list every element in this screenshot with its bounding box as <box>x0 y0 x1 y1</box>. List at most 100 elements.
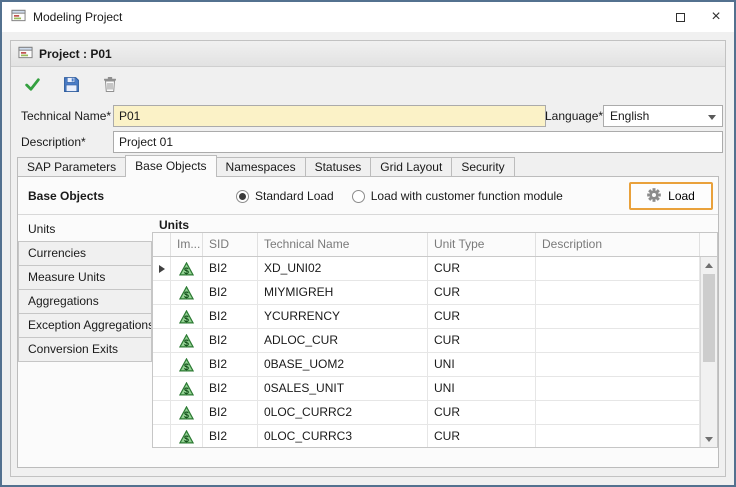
svg-text:$: $ <box>184 265 189 275</box>
language-label: Language* <box>545 105 603 127</box>
cell-technical-name: 0LOC_CURRC2 <box>258 401 428 424</box>
scroll-down-icon <box>705 437 713 442</box>
cell-unit-type: CUR <box>428 305 536 328</box>
table-row[interactable]: $ BI2 ADLOC_CUR CUR <box>153 329 700 353</box>
description-input[interactable] <box>113 131 723 153</box>
modeling-project-window: Modeling Project × Project : P01 <box>0 0 736 487</box>
language-value: English <box>610 109 649 123</box>
cell-sid: BI2 <box>203 425 258 447</box>
unit-icon: $ <box>171 377 203 400</box>
sidebar-item-currencies[interactable]: Currencies <box>18 241 152 266</box>
tab-namespaces[interactable]: Namespaces <box>216 157 306 177</box>
sidebar-item-aggregations[interactable]: Aggregations <box>18 289 152 314</box>
radio-selected-icon <box>236 190 249 203</box>
tab-base-objects[interactable]: Base Objects <box>125 155 216 177</box>
scrollbar-thumb[interactable] <box>703 274 715 362</box>
column-header-description[interactable]: Description <box>536 233 700 256</box>
cell-unit-type: CUR <box>428 257 536 280</box>
cell-sid: BI2 <box>203 257 258 280</box>
svg-text:$: $ <box>184 409 189 419</box>
row-selector <box>153 257 171 280</box>
cell-sid: BI2 <box>203 377 258 400</box>
column-header-selector <box>153 233 171 256</box>
delete-button[interactable] <box>97 73 123 99</box>
cell-sid: BI2 <box>203 305 258 328</box>
column-header-im[interactable]: Im... <box>171 233 203 256</box>
tab-security[interactable]: Security <box>451 157 514 177</box>
technical-name-input[interactable] <box>113 105 546 127</box>
svg-text:$: $ <box>184 433 189 443</box>
panel-header: Base Objects Standard Load Load with cus… <box>18 177 718 215</box>
load-button[interactable]: Load <box>629 182 713 210</box>
radio-standard-load[interactable]: Standard Load <box>236 189 334 203</box>
unit-icon: $ <box>171 353 203 376</box>
maximize-icon <box>676 13 685 22</box>
column-header-unit-type[interactable]: Unit Type <box>428 233 536 256</box>
table-row[interactable]: $ BI2 0LOC_CURRC3 CUR <box>153 425 700 447</box>
tab-sap-parameters[interactable]: SAP Parameters <box>17 157 126 177</box>
unit-icon: $ <box>171 305 203 328</box>
object-type-sidebar: Units Currencies Measure Units Aggregati… <box>18 217 152 362</box>
save-button[interactable] <box>58 73 84 99</box>
validate-button[interactable] <box>19 73 45 99</box>
save-floppy-icon <box>63 76 80 96</box>
cell-technical-name: 0SALES_UNIT <box>258 377 428 400</box>
technical-name-label: Technical Name* <box>21 105 111 127</box>
maximize-button[interactable] <box>662 2 698 32</box>
scroll-down-button[interactable] <box>701 431 717 447</box>
app-icon <box>11 8 26 26</box>
scroll-up-button[interactable] <box>701 257 717 273</box>
radio-standard-label: Standard Load <box>255 189 334 203</box>
project-groupbox: Project : P01 <box>10 40 726 477</box>
table-row[interactable]: $ BI2 0SALES_UNIT UNI <box>153 377 700 401</box>
column-header-pad <box>700 233 717 256</box>
row-selector <box>153 329 171 352</box>
cell-technical-name: XD_UNI02 <box>258 257 428 280</box>
table-row[interactable]: $ BI2 0LOC_CURRC2 CUR <box>153 401 700 425</box>
table-row[interactable]: $ BI2 XD_UNI02 CUR <box>153 257 700 281</box>
current-row-arrow-icon <box>159 265 165 273</box>
svg-text:$: $ <box>184 313 189 323</box>
language-dropdown[interactable]: English <box>603 105 723 127</box>
radio-customer-function[interactable]: Load with customer function module <box>352 189 563 203</box>
units-grid: Im... SID Technical Name Unit Type Descr… <box>152 232 718 448</box>
cell-sid: BI2 <box>203 353 258 376</box>
table-row[interactable]: $ BI2 MIYMIGREH CUR <box>153 281 700 305</box>
sidebar-item-units[interactable]: Units <box>18 217 152 242</box>
cell-technical-name: 0LOC_CURRC3 <box>258 425 428 447</box>
titlebar: Modeling Project × <box>2 2 734 32</box>
column-header-sid[interactable]: SID <box>203 233 258 256</box>
svg-text:$: $ <box>184 385 189 395</box>
tab-grid-layout[interactable]: Grid Layout <box>370 157 452 177</box>
svg-text:$: $ <box>184 337 189 347</box>
cell-technical-name: MIYMIGREH <box>258 281 428 304</box>
table-row[interactable]: $ BI2 YCURRENCY CUR <box>153 305 700 329</box>
row-selector <box>153 401 171 424</box>
cell-description <box>536 305 700 328</box>
sidebar-item-exception-aggregations[interactable]: Exception Aggregations <box>18 313 152 338</box>
load-mode-radios: Standard Load Load with customer functio… <box>236 177 563 215</box>
sidebar-item-measure-units[interactable]: Measure Units <box>18 265 152 290</box>
radio-customer-label: Load with customer function module <box>371 189 563 203</box>
gear-icon <box>647 188 661 205</box>
cell-sid: BI2 <box>203 401 258 424</box>
table-row[interactable]: $ BI2 0BASE_UOM2 UNI <box>153 353 700 377</box>
vertical-scrollbar[interactable] <box>700 257 717 447</box>
radio-unselected-icon <box>352 190 365 203</box>
cell-description <box>536 329 700 352</box>
close-button[interactable]: × <box>698 2 734 32</box>
column-header-technical-name[interactable]: Technical Name <box>258 233 428 256</box>
toolbar <box>11 68 725 104</box>
grid-body: $ BI2 XD_UNI02 CUR $ BI2 MIYMIGREH CUR <box>153 257 717 447</box>
project-group-header: Project : P01 <box>11 41 725 67</box>
base-objects-panel: Base Objects Standard Load Load with cus… <box>17 176 719 468</box>
tab-statuses[interactable]: Statuses <box>305 157 372 177</box>
cell-technical-name: 0BASE_UOM2 <box>258 353 428 376</box>
base-objects-title: Base Objects <box>28 177 104 215</box>
sidebar-item-conversion-exits[interactable]: Conversion Exits <box>18 337 152 362</box>
row-selector <box>153 353 171 376</box>
cell-unit-type: CUR <box>428 281 536 304</box>
cell-unit-type: UNI <box>428 353 536 376</box>
trash-icon <box>102 76 118 96</box>
project-group-title: Project : P01 <box>39 47 112 61</box>
